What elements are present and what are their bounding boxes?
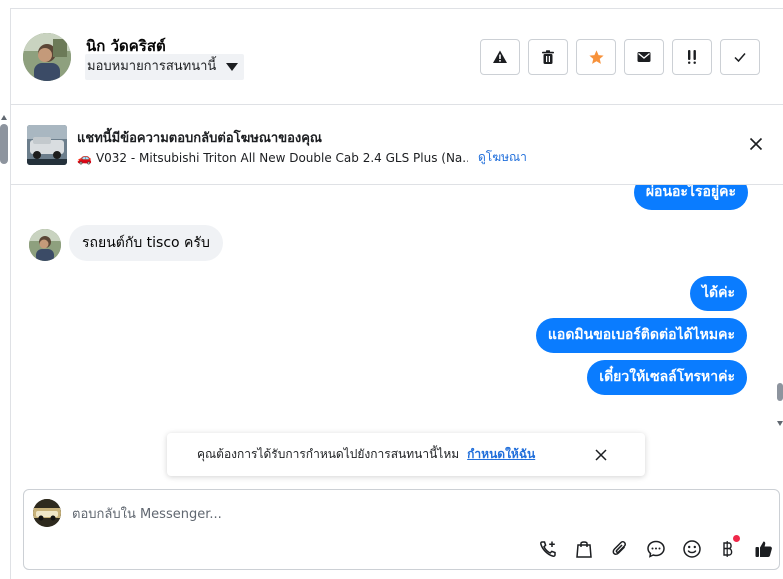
shop-button[interactable] [566,537,602,561]
notification-dot [733,535,740,542]
message-outgoing[interactable]: ได้ค่ะ [689,276,747,311]
conversation-header: นิก วัดคริสต์ มอบหมายการสนทนานี้ [11,9,783,105]
scrollbar[interactable] [0,110,8,170]
message-composer [23,489,780,570]
emoji-icon [683,540,701,558]
shopping-bag-icon [576,541,592,558]
contact-avatar[interactable] [23,33,71,81]
message-incoming[interactable]: รถยนต์กับ tisco ครับ [69,225,223,261]
composer-tools [530,535,782,561]
warning-icon [493,50,507,63]
follow-up-button[interactable] [672,39,712,75]
mark-done-button[interactable] [720,39,760,75]
close-icon [595,449,607,461]
reply-input[interactable] [72,502,752,526]
ad-banner-subtitle: 🚗 V032 - Mitsubishi Triton All New Doubl… [77,148,527,167]
check-icon [734,53,746,63]
close-icon [749,137,763,151]
toast-text: คุณต้องการได้รับการกำหนดไปยังการสนทนานี้… [197,447,460,461]
paperclip-icon [612,541,626,555]
star-icon [588,49,604,64]
envelope-icon [637,52,651,62]
payment-button[interactable] [710,535,746,561]
phone-plus-icon [540,541,556,557]
caret-down-icon [226,63,239,71]
attach-button[interactable] [602,537,638,561]
conversation-panel: นิก วัดคริสต์ มอบหมายการสนทนานี้ แชทนี้ม… [0,0,783,579]
view-ad-link[interactable]: ดูโฆษณา [478,148,527,167]
trash-icon [542,50,554,64]
message-outgoing[interactable]: แอดมินขอเบอร์ติดต่อได้ไหมคะ [535,318,747,353]
ad-vehicle-text: V032 - Mitsubishi Triton All New Double … [95,150,468,165]
assign-prompt-toast: คุณต้องการได้รับการกำหนดไปยังการสนทนานี้… [167,433,645,476]
ad-thumbnail[interactable] [27,125,67,165]
report-spam-button[interactable] [480,39,520,75]
saved-replies-button[interactable] [638,537,674,561]
contact-avatar-small[interactable] [29,229,61,261]
close-banner-button[interactable] [747,135,765,153]
close-toast-button[interactable] [593,447,609,463]
ad-banner-title: แชทนี้มีข้อความตอบกลับต่อโฆษณาของคุณ [77,131,322,146]
message-outgoing[interactable]: เดี๋ยวให้เซลล์โทรหาค่ะ [587,360,747,395]
header-actions [480,39,760,75]
chat-bubble-icon [647,540,665,558]
thumbs-up-icon [755,541,772,557]
follow-up-icon [688,50,696,64]
delete-button[interactable] [528,39,568,75]
assign-to-me-link[interactable]: กำหนดให้ฉัน [467,445,535,464]
assign-label: มอบหมายการสนทนานี้ [87,59,217,74]
page-avatar [33,499,61,527]
ad-reply-banner: แชทนี้มีข้อความตอบกลับต่อโฆษณาของคุณ 🚗 V… [11,105,783,185]
assign-dropdown[interactable]: มอบหมายการสนทนานี้ [85,54,245,80]
call-button[interactable] [530,537,566,561]
mark-unread-button[interactable] [624,39,664,75]
baht-icon [723,541,733,557]
message-outgoing[interactable]: ผ่อนอะไรอยู่คะ [633,185,748,210]
like-button[interactable] [746,537,782,561]
car-icon: 🚗 [77,150,92,165]
scrollbar[interactable] [776,185,783,435]
star-button[interactable] [576,39,616,75]
emoji-button[interactable] [674,537,710,561]
